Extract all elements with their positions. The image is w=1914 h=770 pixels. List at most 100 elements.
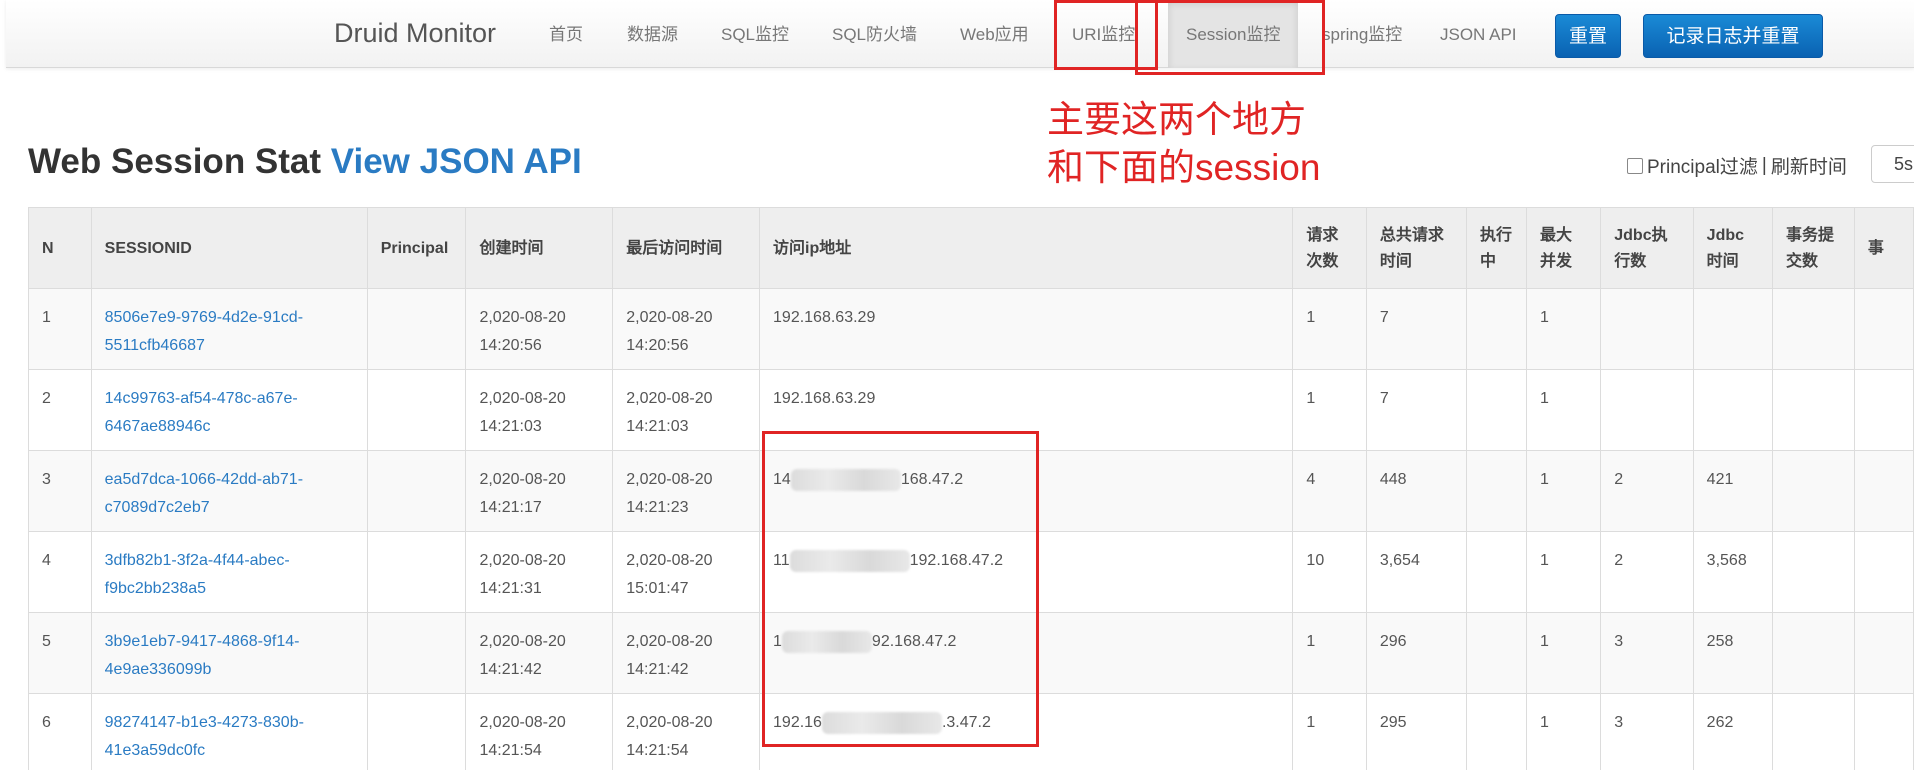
column-header[interactable]: 访问ip地址	[759, 207, 1294, 289]
reset-button[interactable]: 重置	[1555, 14, 1621, 58]
session-id-part: 5511cfb46687	[104, 337, 205, 354]
nav-item-sql-monitor[interactable]: SQL监控	[721, 0, 789, 68]
column-header[interactable]: Jdbc执行数	[1600, 207, 1694, 289]
log-and-reset-button[interactable]: 记录日志并重置	[1643, 14, 1823, 58]
refresh-interval-select[interactable]: 5s	[1871, 145, 1914, 183]
row-number: 6	[42, 714, 51, 731]
cell-session-id[interactable]: 8506e7e9-9769-4d2e-91cd- 5511cfb46687	[90, 288, 368, 370]
cell-session-id[interactable]: 3dfb82b1-3f2a-4f44-abec-f9bc2bb238a5	[90, 531, 368, 613]
column-header[interactable]: 最后访问时间	[612, 207, 761, 289]
cell-tx-commit	[1771, 288, 1855, 370]
cell-principal	[366, 693, 467, 770]
annotation-line-2: 和下面的session	[1047, 147, 1321, 188]
page-title-text: Web Session Stat	[28, 142, 322, 181]
nav-item-web-app[interactable]: Web应用	[960, 0, 1029, 68]
cell-session-id[interactable]: 98274147-b1e3-4273-830b- 41e3a59dc0fc	[90, 693, 368, 770]
nav-item-json-api[interactable]: JSON API	[1440, 0, 1517, 68]
last-access-date: 2,020-08-20	[626, 714, 713, 731]
total-request-time: 296	[1379, 633, 1407, 650]
row-number: 2	[42, 390, 51, 407]
request-count: 10	[1306, 552, 1325, 569]
cell-session-id[interactable]: 3b9e1eb7-9417-4868-9f14- 4e9ae336099b	[90, 612, 368, 694]
cell-last-access: 2,020-08-20 14:21:42	[612, 612, 761, 694]
cell-created: 2,020-08-20 14:20:56	[465, 288, 614, 370]
view-json-api-link[interactable]: View JSON API	[331, 142, 582, 181]
cell-created: 2,020-08-20 14:21:54	[465, 693, 614, 770]
column-header[interactable]: Jdbc时间	[1692, 207, 1773, 289]
created-date: 2,020-08-20	[479, 309, 566, 326]
cell-running	[1465, 369, 1528, 451]
session-id-part: 3dfb82b1-3f2a-4f44-abec-	[104, 552, 290, 569]
nav-item-home[interactable]: 首页	[549, 0, 583, 68]
cell-jdbc-exec: 3	[1600, 612, 1694, 694]
total-request-time: 3,654	[1379, 552, 1420, 569]
cell-last-access: 2,020-08-20 14:21:03	[612, 369, 761, 451]
created-time: 14:21:03	[479, 418, 542, 435]
cell-jdbc-exec: 2	[1600, 450, 1694, 532]
brand-logo[interactable]: Druid Monitor	[334, 18, 496, 49]
cell-tx-commit	[1771, 369, 1855, 451]
cell-last-access: 2,020-08-20 14:21:23	[612, 450, 761, 532]
cell-session-id[interactable]: ea5d7dca-1066-42dd-ab71- c7089d7c2eb7	[90, 450, 368, 532]
column-header[interactable]: 总共请求时间	[1365, 207, 1467, 289]
cell-n: 1	[28, 288, 92, 370]
jdbc-exec-count: 3	[1614, 633, 1624, 650]
last-access-date: 2,020-08-20	[626, 471, 713, 488]
cell-n: 2	[28, 369, 92, 451]
cell-extra	[1853, 531, 1914, 613]
max-concurrent: 1	[1540, 552, 1549, 569]
cell-jdbc-time: 421	[1692, 450, 1773, 532]
nav-item-datasource[interactable]: 数据源	[627, 0, 678, 68]
principal-filter-checkbox[interactable]	[1627, 157, 1643, 174]
cell-ip: 192.168.63.29	[759, 288, 1294, 370]
last-access-date: 2,020-08-20	[626, 309, 713, 326]
annotation-note: 主要这两个地方 和下面的session	[1047, 96, 1320, 192]
max-concurrent: 1	[1540, 471, 1549, 488]
annotation-box-session	[1135, 0, 1325, 75]
last-access-time: 14:20:56	[626, 337, 689, 354]
total-request-time: 7	[1379, 309, 1389, 326]
column-header[interactable]: 请求次数	[1292, 207, 1367, 289]
row-number: 3	[42, 471, 51, 488]
column-header[interactable]: 创建时间	[465, 207, 614, 289]
ip-prefix: 192.168.63.29	[773, 309, 876, 326]
cell-total-time: 296	[1365, 612, 1467, 694]
row-number: 5	[42, 633, 51, 650]
cell-tx-commit	[1771, 612, 1855, 694]
cell-jdbc-time	[1692, 369, 1773, 451]
cell-total-time: 3,654	[1365, 531, 1467, 613]
cell-jdbc-exec	[1600, 288, 1694, 370]
table-header-row: N SESSIONID Principal 创建时间 最后访问时间 访问ip地址…	[28, 207, 1914, 289]
column-header[interactable]: 最大并发	[1525, 207, 1602, 289]
cell-running	[1465, 531, 1528, 613]
filter-separator: |	[1761, 154, 1767, 176]
nav-item-sql-firewall[interactable]: SQL防火墙	[832, 0, 917, 68]
last-access-time: 14:21:42	[626, 661, 689, 678]
last-access-time: 15:01:47	[626, 580, 689, 597]
total-request-time: 448	[1379, 471, 1407, 488]
session-id-part: 14c99763-af54-478c-a67e-	[104, 390, 298, 407]
cell-last-access: 2,020-08-20 15:01:47	[612, 531, 761, 613]
cell-session-id[interactable]: 14c99763-af54-478c-a67e- 6467ae88946c	[90, 369, 368, 451]
column-header[interactable]: N	[28, 207, 92, 289]
cell-principal	[366, 288, 467, 370]
cell-jdbc-time: 258	[1692, 612, 1773, 694]
annotation-box-ip	[762, 431, 1039, 747]
cell-max-concurrent: 1	[1525, 450, 1602, 532]
column-header[interactable]: SESSIONID	[90, 207, 368, 289]
column-header[interactable]: 执行中	[1465, 207, 1528, 289]
cell-created: 2,020-08-20 14:21:31	[465, 531, 614, 613]
row-number: 4	[42, 552, 51, 569]
column-header[interactable]: 事务提交数	[1771, 207, 1855, 289]
max-concurrent: 1	[1540, 390, 1549, 407]
column-header[interactable]: 事	[1853, 207, 1914, 289]
request-count: 1	[1306, 390, 1316, 407]
nav-item-spring-monitor[interactable]: spring监控	[1322, 0, 1402, 68]
request-count: 4	[1306, 471, 1316, 488]
column-header[interactable]: Principal	[366, 207, 467, 289]
page-title: Web Session Stat View JSON API	[28, 142, 582, 182]
request-count: 1	[1306, 633, 1316, 650]
cell-created: 2,020-08-20 14:21:42	[465, 612, 614, 694]
cell-max-concurrent: 1	[1525, 531, 1602, 613]
created-time: 14:21:31	[479, 580, 542, 597]
